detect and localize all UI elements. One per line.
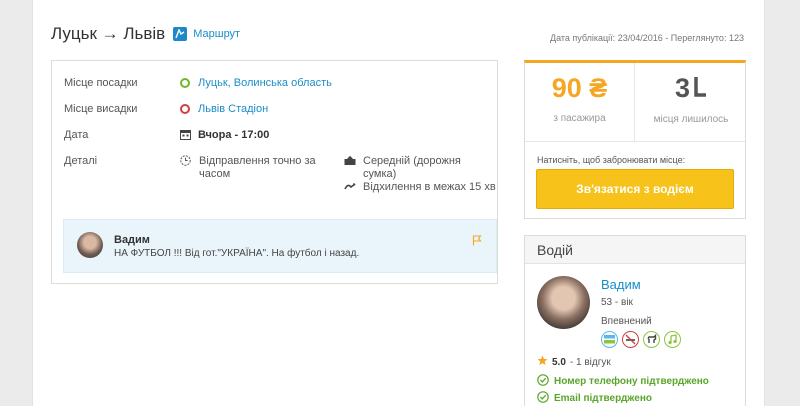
date-value: Вчора - 17:00: [198, 129, 270, 141]
luggage-icon: [344, 155, 356, 181]
calendar-icon: [180, 129, 191, 143]
check-icon: [537, 391, 549, 406]
driver-name[interactable]: Вадим: [601, 277, 641, 292]
reviews-count[interactable]: - 1 відгук: [570, 357, 611, 368]
luggage-note: Середній (дорожня сумка): [363, 155, 461, 180]
comment-avatar: [77, 232, 103, 258]
email-verified: Email підтверджено: [537, 391, 652, 406]
music-icon: [664, 331, 681, 348]
pickup-link[interactable]: Луцьк, Волинська область: [198, 77, 332, 89]
driver-section-title: Водій: [525, 236, 745, 264]
price-caption: з пасажира: [553, 113, 606, 124]
route-header: Луцьк → Львів Маршрут: [51, 24, 240, 44]
driver-preferences: [601, 331, 681, 348]
comment-author: Вадим: [114, 234, 150, 246]
email-verified-text: Email підтверджено: [554, 393, 652, 404]
route-title: Луцьк → Львів: [51, 24, 165, 44]
driver-comment: Вадим НА ФУТБОЛ !!! Від гот."УКРАЇНА". Н…: [63, 219, 497, 273]
extra-row: Деталі Відправлення точно за часом: [64, 155, 327, 181]
ride-page: Луцьк → Львів Маршрут Дата публікації: 2…: [32, 0, 765, 406]
driver-experience: Впевнений: [601, 316, 652, 327]
divider: [525, 141, 745, 142]
extra-label: Деталі: [64, 155, 98, 167]
contact-driver-button[interactable]: Зв'язатися з водієм: [536, 169, 734, 209]
ride-details-card: Місце посадки Луцьк, Волинська область М…: [51, 60, 498, 284]
no-smoking-icon: [622, 331, 639, 348]
dropoff-marker-icon: [180, 104, 190, 114]
map-link[interactable]: Маршрут: [193, 28, 240, 40]
seats-count: 3: [674, 73, 691, 103]
phone-verified-text: Номер телефону підтверджено: [554, 376, 709, 387]
driver-age: 53 - вік: [601, 297, 633, 308]
pickup-row: Місце посадки Луцьк, Волинська область: [64, 77, 332, 89]
publication-date: 23/04/2016: [617, 33, 663, 43]
seats-caption: місця лишилось: [653, 114, 729, 126]
dropoff-label: Місце висадки: [64, 103, 138, 115]
departure-note: Відправлення точно за часом: [199, 155, 316, 180]
luggage-row: Середній (дорожня сумка): [344, 155, 497, 181]
detour-icon: [344, 181, 356, 195]
route-from: Луцьк: [51, 24, 97, 43]
pickup-label: Місце посадки: [64, 77, 138, 89]
comment-text: НА ФУТБОЛ !!! Від гот."УКРАЇНА". На футб…: [114, 248, 360, 259]
route-arrow: →: [101, 24, 119, 43]
detour-row: Відхилення в межах 15 хв: [344, 181, 496, 195]
dropoff-link[interactable]: Львів Стадіон: [198, 103, 268, 115]
seats-block: 3 місця лишилось: [636, 63, 746, 141]
blabla-icon: [601, 331, 618, 348]
publication-info: Дата публікації: 23/04/2016 - Переглянут…: [549, 33, 744, 43]
booking-hint: Натисніть, щоб забронювати місце:: [537, 155, 686, 165]
price-value: 90 ₴: [551, 73, 608, 103]
driver-rating: 5.0 - 1 відгук: [537, 355, 611, 369]
rating-value: 5.0: [552, 356, 566, 368]
clock-icon: [180, 155, 191, 181]
date-label: Дата: [64, 129, 89, 141]
detour-note: Відхилення в межах 15 хв: [363, 181, 496, 193]
seats-value: 3: [636, 73, 746, 105]
booking-card: 90 ₴ з пасажира 3 місця лишилось Натисні…: [524, 60, 746, 219]
pickup-marker-icon: [180, 78, 190, 88]
views-count: 123: [728, 33, 744, 43]
star-icon: [537, 355, 548, 369]
no-pets-icon: [643, 331, 660, 348]
seat-icon: [693, 74, 707, 105]
price-block: 90 ₴ з пасажира: [525, 63, 635, 141]
date-row: Дата Вчора - 17:00: [64, 129, 269, 143]
publication-label: Дата публікації:: [549, 33, 616, 43]
driver-avatar[interactable]: [537, 276, 590, 329]
phone-verified: Номер телефону підтверджено: [537, 374, 709, 389]
route-to: Львів: [123, 24, 166, 43]
dropoff-row: Місце висадки Львів Стадіон: [64, 103, 268, 115]
views-label: Переглянуто:: [670, 33, 727, 43]
map-icon[interactable]: [173, 27, 188, 41]
check-icon: [537, 374, 549, 389]
driver-card: Водій Вадим 53 - вік Впевнений 5.0 - 1 в…: [524, 235, 746, 406]
flag-icon[interactable]: [472, 233, 482, 251]
